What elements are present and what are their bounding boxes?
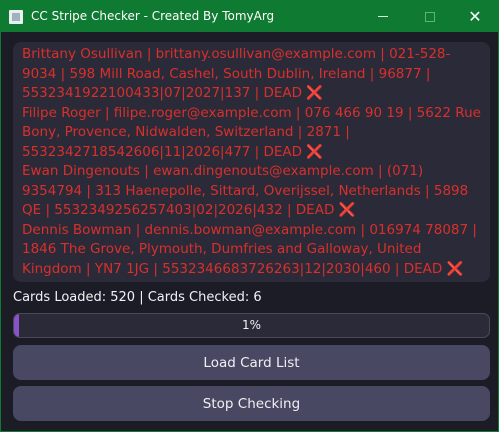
log-entry: Brittany Osullivan | brittany.osullivan@…: [22, 45, 481, 104]
progress-label: 1%: [241, 318, 262, 332]
maximize-icon: [425, 11, 435, 22]
results-log[interactable]: Brittany Osullivan | brittany.osullivan@…: [13, 42, 490, 282]
log-entry-text: Ewan Dingenouts | ewan.dingenouts@exampl…: [22, 163, 469, 218]
app-icon: [9, 10, 23, 24]
dead-icon: ❌: [306, 85, 324, 101]
title-bar[interactable]: CC Stripe Checker - Created By TomyArg ✕: [1, 1, 498, 32]
app-window: CC Stripe Checker - Created By TomyArg ✕…: [0, 0, 499, 432]
minimize-button[interactable]: [360, 1, 406, 32]
dead-icon: ❌: [338, 202, 356, 218]
log-entry: Dennis Bowman | dennis.bowman@example.co…: [22, 221, 481, 280]
minimize-icon: [378, 16, 388, 17]
log-entry-text: Filipe Roger | filipe.roger@example.com …: [22, 104, 481, 160]
dead-icon: ❌: [306, 143, 324, 160]
window-title: CC Stripe Checker - Created By TomyArg: [31, 9, 275, 23]
close-button[interactable]: ✕: [452, 1, 498, 32]
log-entry-text: Dennis Bowman | dennis.bowman@example.co…: [22, 221, 477, 277]
status-label: Cards Loaded: 520 | Cards Checked: 6: [13, 290, 262, 305]
log-entry-text: Brittany Osullivan | brittany.osullivan@…: [22, 46, 451, 101]
log-entry: Filipe Roger | filipe.roger@example.com …: [22, 104, 481, 163]
load-card-list-button[interactable]: Load Card List: [13, 345, 490, 380]
close-icon: ✕: [468, 6, 482, 26]
dead-icon: ❌: [446, 260, 464, 277]
stop-checking-button[interactable]: Stop Checking: [13, 386, 490, 421]
progress-bar: 1%: [13, 313, 490, 338]
maximize-button[interactable]: [407, 1, 453, 32]
log-entry: Ewan Dingenouts | ewan.dingenouts@exampl…: [22, 162, 481, 221]
